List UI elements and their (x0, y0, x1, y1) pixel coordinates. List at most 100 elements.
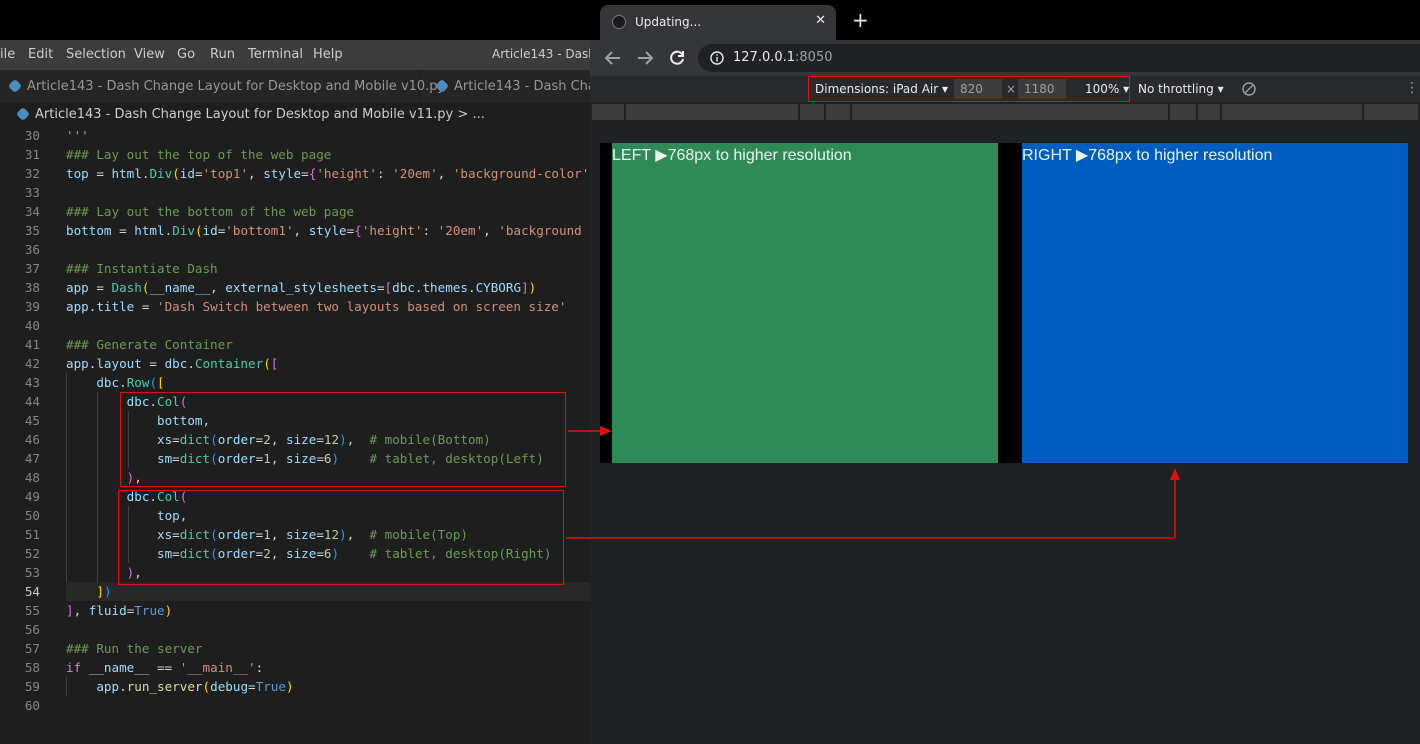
device-toolbar: Dimensions: iPad Air ▾ 820 × 1180 100% ▾… (590, 76, 1420, 102)
tab-label: Article143 - Dash Change (454, 79, 590, 94)
media-query-bar[interactable] (626, 104, 798, 120)
line-number: 37 (24, 261, 40, 276)
zoom-dropdown[interactable]: 100% ▾ (1085, 82, 1129, 96)
rotate-icon[interactable] (1242, 82, 1256, 96)
line-number: 44 (24, 394, 40, 409)
url-port: :8050 (795, 50, 833, 65)
line-number: 45 (24, 413, 40, 428)
height-input[interactable]: 1180 (1018, 79, 1066, 99)
site-info-icon[interactable] (710, 51, 724, 65)
code-line-32: top = html.Div(id='top1', style={'height… (66, 166, 590, 181)
code-line-31: ### Lay out the top of the web page (66, 147, 332, 162)
line-number: 38 (24, 280, 40, 295)
code-area[interactable]: 30 31 32 33 34 35 36 37 38 39 40 41 42 4… (0, 124, 590, 744)
browser-tab[interactable]: Updating... ✕ (600, 5, 836, 40)
line-number: 57 (24, 641, 40, 656)
line-number: 56 (24, 622, 40, 637)
menu-run[interactable]: Run (210, 47, 235, 62)
code-line-38: app = Dash(__name__, external_stylesheet… (66, 280, 537, 295)
media-query-bar[interactable] (852, 104, 1168, 120)
caret-down-icon: ▾ (942, 82, 949, 96)
menu-view[interactable]: View (134, 47, 165, 62)
code-line-34: ### Lay out the bottom of the web page (66, 204, 355, 219)
url-text: 127.0.0.1:8050 (733, 50, 833, 65)
media-query-bar[interactable] (826, 104, 850, 120)
throttling-value: No throttling (1138, 82, 1214, 96)
forward-icon[interactable] (636, 50, 654, 66)
menu-terminal[interactable]: Terminal (248, 47, 303, 62)
browser-toolbar: 127.0.0.1:8050 (590, 40, 1420, 76)
window-frame (0, 0, 590, 40)
code-line-39: app.title = 'Dash Switch between two lay… (66, 299, 567, 314)
url-host: 127.0.0.1 (733, 50, 796, 65)
line-number: 42 (24, 356, 40, 371)
editor-tab-v10[interactable]: Article143 - Dash Change Layout for Desk… (0, 70, 445, 103)
code-line-35: bottom = html.Div(id='bottom1', style={'… (66, 223, 582, 238)
line-number: 36 (24, 242, 40, 257)
line-number: 46 (24, 432, 40, 447)
code-line-55: ], fluid=True) (66, 603, 173, 618)
dimensions-dropdown[interactable]: Dimensions: iPad Air ▾ (815, 82, 948, 96)
zoom-value: 100% (1085, 82, 1120, 96)
line-number: 39 (24, 299, 40, 314)
code-line-42: app.layout = dbc.Container([ (66, 356, 279, 371)
line-number: 59 (24, 679, 40, 694)
browser-window: Updating... ✕ + 127.0.0.1:8050 Dimension… (590, 0, 1420, 744)
code-line-58: if __name__ == '__main__': (66, 660, 264, 675)
menu-help[interactable]: Help (313, 47, 343, 62)
times-label: × (1006, 82, 1017, 96)
line-number: 33 (24, 185, 40, 200)
caret-down-icon: ▾ (1217, 82, 1224, 96)
throttling-dropdown[interactable]: No throttling ▾ (1138, 82, 1224, 96)
width-input[interactable]: 820 (954, 79, 1002, 99)
close-tab-icon[interactable]: ✕ (815, 13, 826, 28)
code-line-41: ### Generate Container (66, 337, 233, 352)
python-file-icon (434, 78, 450, 93)
line-number: 35 (24, 223, 40, 238)
menu-bar: ile Edit Selection View Go Run Terminal … (0, 40, 590, 70)
line-number: 51 (24, 527, 40, 542)
code-line-59: app.run_server(debug=True) (96, 679, 294, 694)
line-number: 58 (24, 660, 40, 675)
code-line-43: dbc.Row([ (96, 375, 165, 390)
line-number: 50 (24, 508, 40, 523)
line-number: 31 (24, 147, 40, 162)
media-query-bar[interactable] (1198, 104, 1220, 120)
line-number: 53 (24, 565, 40, 580)
line-number: 49 (24, 489, 40, 504)
breadcrumb-ellipsis[interactable]: ... (472, 107, 484, 122)
python-file-icon (7, 78, 23, 93)
tab-title: Updating... (635, 15, 702, 29)
menu-selection[interactable]: Selection (66, 47, 126, 62)
line-number: 40 (24, 318, 40, 333)
editor-tab-change[interactable]: Article143 - Dash Change (421, 70, 590, 103)
media-query-bar[interactable] (1170, 104, 1196, 120)
tab-label: Article143 - Dash Change Layout for Desk… (27, 79, 446, 94)
code-line-57: ### Run the server (66, 641, 203, 656)
media-query-bar[interactable] (592, 104, 624, 120)
right-panel: RIGHT ▶768px to higher resolution (1022, 143, 1408, 463)
media-query-bar[interactable] (800, 104, 824, 120)
line-number: 55 (24, 603, 40, 618)
more-options-icon[interactable]: ⋮ (1405, 80, 1419, 96)
line-number: 48 (24, 470, 40, 485)
menu-file[interactable]: ile (0, 47, 15, 62)
media-query-bar[interactable] (1222, 104, 1362, 120)
right-panel-label: RIGHT ▶768px to higher resolution (1022, 147, 1273, 164)
menu-edit[interactable]: Edit (28, 47, 53, 62)
media-query-bar[interactable] (1364, 104, 1418, 120)
favicon-icon (612, 15, 626, 29)
address-bar[interactable]: 127.0.0.1:8050 (698, 44, 1420, 72)
line-number: 34 (24, 204, 40, 219)
line-number: 60 (24, 698, 40, 713)
highlight-col-top (118, 490, 564, 585)
window-title: Article143 - Dash C (492, 47, 590, 61)
breadcrumb-separator: > (457, 107, 469, 122)
back-icon[interactable] (604, 50, 622, 66)
new-tab-button[interactable]: + (852, 8, 869, 32)
reload-icon[interactable] (668, 49, 686, 67)
breadcrumb-file-label: Article143 - Dash Change Layout for Desk… (35, 107, 454, 122)
menu-go[interactable]: Go (177, 47, 195, 62)
highlight-col-bottom (120, 392, 566, 487)
code-editor-window: ile Edit Selection View Go Run Terminal … (0, 0, 590, 744)
